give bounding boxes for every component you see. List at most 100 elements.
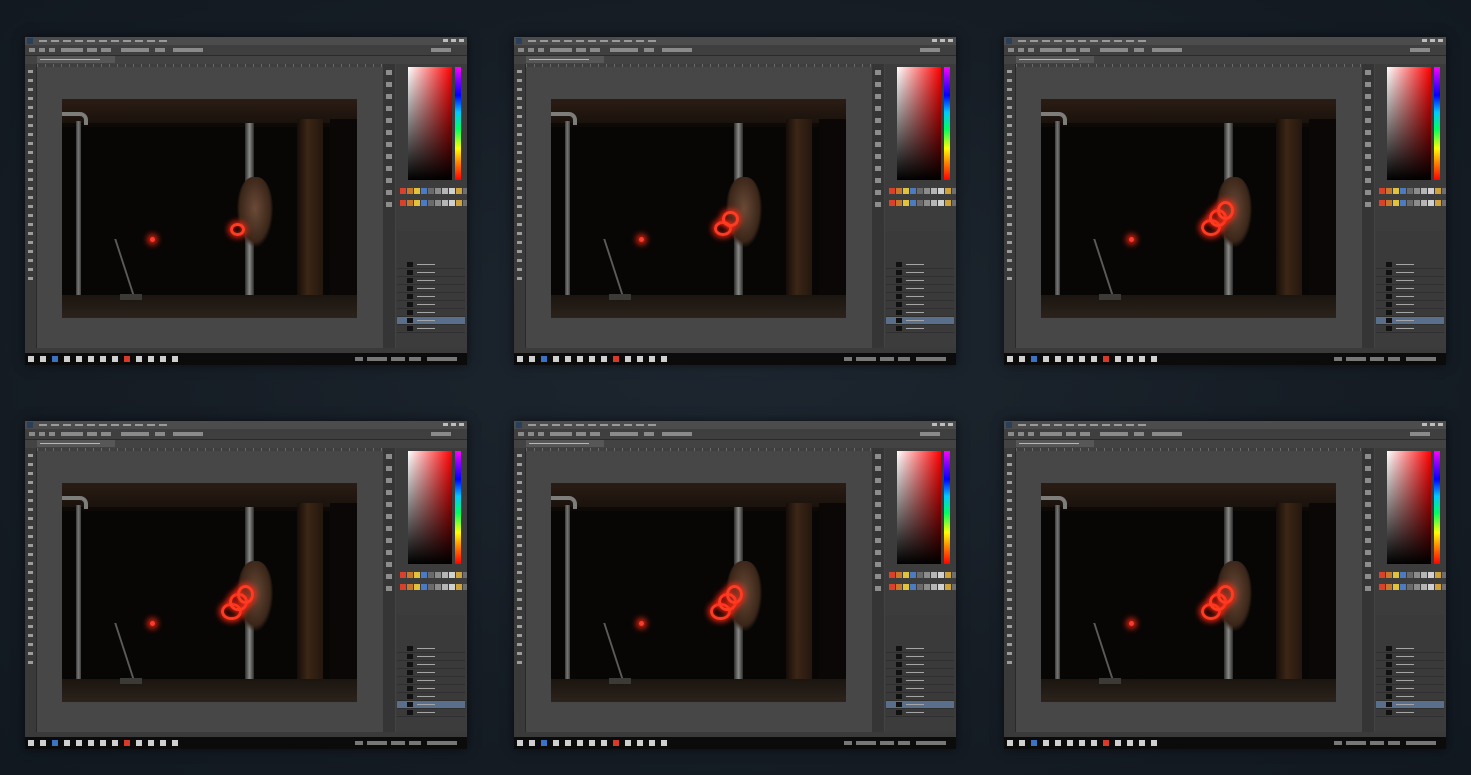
option-control[interactable] bbox=[1008, 48, 1014, 52]
taskbar-app-icon[interactable] bbox=[577, 356, 583, 362]
swatch[interactable] bbox=[1393, 572, 1399, 578]
system-tray-icon[interactable] bbox=[898, 357, 910, 361]
minimize-icon[interactable] bbox=[932, 39, 937, 42]
taskbar-app-icon[interactable] bbox=[172, 356, 178, 362]
option-control[interactable] bbox=[538, 432, 544, 436]
windows-taskbar[interactable] bbox=[514, 353, 956, 365]
tool-icon[interactable] bbox=[517, 517, 522, 520]
swatch[interactable] bbox=[456, 200, 462, 206]
swatch[interactable] bbox=[952, 200, 956, 206]
tool-icon[interactable] bbox=[1007, 223, 1012, 226]
photo-canvas[interactable] bbox=[551, 483, 846, 702]
layer-row[interactable] bbox=[397, 701, 465, 709]
layer-row[interactable] bbox=[397, 285, 465, 293]
menu-item[interactable] bbox=[87, 424, 95, 426]
taskbar-app-icon[interactable] bbox=[1115, 740, 1121, 746]
menu-item[interactable] bbox=[111, 424, 119, 426]
swatch[interactable] bbox=[1428, 572, 1434, 578]
swatch[interactable] bbox=[1435, 572, 1441, 578]
option-control[interactable] bbox=[528, 432, 534, 436]
menu-item[interactable] bbox=[63, 40, 71, 42]
layer-row[interactable] bbox=[1376, 645, 1444, 653]
taskbar-app-icon[interactable] bbox=[40, 740, 46, 746]
taskbar-app-icon[interactable] bbox=[148, 740, 154, 746]
taskbar-app-icon[interactable] bbox=[637, 356, 643, 362]
menu-item[interactable] bbox=[1102, 424, 1110, 426]
panel-icon[interactable] bbox=[875, 526, 881, 531]
layer-row[interactable] bbox=[886, 269, 954, 277]
layer-row[interactable] bbox=[1376, 285, 1444, 293]
tool-icon[interactable] bbox=[517, 472, 522, 475]
menu-item[interactable] bbox=[600, 424, 608, 426]
document-tab[interactable] bbox=[526, 440, 604, 447]
tool-icon[interactable] bbox=[1007, 472, 1012, 475]
tool-icon[interactable] bbox=[517, 544, 522, 547]
tool-icon[interactable] bbox=[28, 652, 33, 655]
swatch[interactable] bbox=[449, 200, 455, 206]
swatch[interactable] bbox=[435, 584, 441, 590]
system-tray-icon[interactable] bbox=[844, 357, 852, 361]
swatch[interactable] bbox=[1442, 584, 1446, 590]
swatch[interactable] bbox=[1435, 584, 1441, 590]
panel-icon[interactable] bbox=[386, 562, 392, 567]
tool-icon[interactable] bbox=[517, 562, 522, 565]
menu-item[interactable] bbox=[123, 424, 131, 426]
taskbar-app-icon[interactable] bbox=[1091, 740, 1097, 746]
menu-item[interactable] bbox=[1066, 40, 1074, 42]
layer-row[interactable] bbox=[886, 325, 954, 333]
taskbar-app-icon[interactable] bbox=[517, 740, 523, 746]
taskbar-app-icon[interactable] bbox=[1103, 740, 1109, 746]
tool-icon[interactable] bbox=[1007, 535, 1012, 538]
option-control[interactable] bbox=[920, 48, 940, 52]
tool-icon[interactable] bbox=[28, 607, 33, 610]
tool-icon[interactable] bbox=[28, 268, 33, 271]
photoshop-window[interactable] bbox=[514, 37, 956, 365]
system-tray-icon[interactable] bbox=[391, 357, 405, 361]
panel-icon[interactable] bbox=[386, 130, 392, 135]
tool-icon[interactable] bbox=[28, 88, 33, 91]
menu-item[interactable] bbox=[1138, 424, 1146, 426]
swatch[interactable] bbox=[428, 584, 434, 590]
tool-icon[interactable] bbox=[28, 223, 33, 226]
panel-icon[interactable] bbox=[875, 490, 881, 495]
option-control[interactable] bbox=[173, 48, 203, 52]
layer-row[interactable] bbox=[397, 325, 465, 333]
option-control[interactable] bbox=[590, 48, 600, 52]
color-picker-field[interactable] bbox=[408, 67, 452, 180]
option-control[interactable] bbox=[1080, 432, 1090, 436]
option-control[interactable] bbox=[1134, 432, 1144, 436]
option-control[interactable] bbox=[1080, 48, 1090, 52]
layers-panel[interactable] bbox=[1376, 615, 1444, 717]
taskbar-app-icon[interactable] bbox=[1019, 740, 1025, 746]
panel-icon[interactable] bbox=[875, 466, 881, 471]
panel-icon[interactable] bbox=[875, 94, 881, 99]
option-control[interactable] bbox=[1066, 48, 1076, 52]
layer-row[interactable] bbox=[886, 293, 954, 301]
tool-icon[interactable] bbox=[28, 250, 33, 253]
swatch[interactable] bbox=[1421, 584, 1427, 590]
swatch[interactable] bbox=[910, 572, 916, 578]
panel-icon-strip[interactable] bbox=[872, 448, 884, 737]
option-control[interactable] bbox=[29, 432, 35, 436]
panel-icon[interactable] bbox=[386, 502, 392, 507]
option-control[interactable] bbox=[87, 48, 97, 52]
swatch[interactable] bbox=[1442, 572, 1446, 578]
menu-item[interactable] bbox=[624, 40, 632, 42]
option-control[interactable] bbox=[518, 432, 524, 436]
swatch[interactable] bbox=[435, 200, 441, 206]
tool-icon[interactable] bbox=[1007, 598, 1012, 601]
tool-icon[interactable] bbox=[1007, 70, 1012, 73]
layer-row[interactable] bbox=[1376, 669, 1444, 677]
option-control[interactable] bbox=[61, 48, 83, 52]
menu-item[interactable] bbox=[540, 424, 548, 426]
menu-item[interactable] bbox=[552, 424, 560, 426]
tools-panel[interactable] bbox=[1004, 448, 1016, 738]
tool-icon[interactable] bbox=[1007, 490, 1012, 493]
swatch[interactable] bbox=[435, 572, 441, 578]
windows-taskbar[interactable] bbox=[1004, 353, 1446, 365]
swatch[interactable] bbox=[1407, 200, 1413, 206]
taskbar-app-icon[interactable] bbox=[613, 740, 619, 746]
panel-icon[interactable] bbox=[875, 118, 881, 123]
menu-item[interactable] bbox=[612, 40, 620, 42]
option-control[interactable] bbox=[550, 432, 572, 436]
